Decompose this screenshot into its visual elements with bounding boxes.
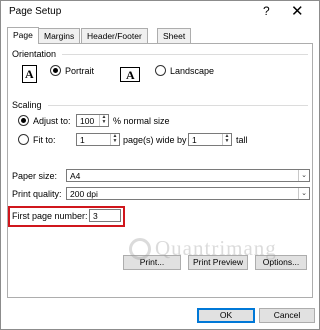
portrait-label[interactable]: Portrait — [65, 66, 94, 76]
pages-wide-label: page(s) wide by — [123, 135, 187, 145]
tab-sheet[interactable]: Sheet — [157, 28, 192, 43]
watermark-text: Quantrimang — [155, 236, 277, 260]
spinner-arrows-icon[interactable]: ▲ ▼ — [99, 115, 108, 126]
fit-tall-value: 1 — [192, 135, 197, 145]
dialog-title: Page Setup — [9, 6, 62, 17]
page-setup-dialog: Page Setup ? ✕ Page Margins Header/Foote… — [0, 0, 320, 330]
fit-to-radio[interactable] — [18, 134, 29, 145]
adjust-percent-spinner[interactable]: 100 ▲ ▼ — [76, 114, 109, 127]
fit-to-label[interactable]: Fit to: — [33, 135, 56, 145]
title-bar: Page Setup ? ✕ — [1, 1, 319, 23]
chevron-down-icon[interactable]: ⌄ — [298, 170, 309, 181]
normal-size-label: % normal size — [113, 116, 170, 126]
adjust-to-radio[interactable] — [18, 115, 29, 126]
tab-page[interactable]: Page — [7, 27, 39, 44]
chevron-down-icon[interactable]: ⌄ — [298, 188, 309, 199]
tall-label: tall — [236, 135, 248, 145]
print-quality-select[interactable]: 200 dpi ⌄ — [66, 187, 310, 200]
first-page-number-label: First page number: — [12, 211, 88, 221]
scaling-group-label: Scaling — [12, 100, 42, 110]
landscape-radio[interactable] — [155, 65, 166, 76]
portrait-page-icon: A — [22, 65, 37, 83]
spinner-arrows-icon[interactable]: ▲ ▼ — [110, 134, 119, 145]
fit-wide-value: 1 — [80, 135, 85, 145]
scaling-divider — [48, 105, 308, 106]
first-page-number-input[interactable]: 3 — [89, 209, 121, 222]
cancel-button[interactable]: Cancel — [259, 308, 315, 323]
fit-tall-spinner[interactable]: 1 ▲ ▼ — [188, 133, 232, 146]
landscape-icon-letter: A — [126, 68, 135, 82]
portrait-radio[interactable] — [50, 65, 61, 76]
watermark-logo: Quantrimang — [129, 236, 319, 266]
fit-wide-spinner[interactable]: 1 ▲ ▼ — [76, 133, 120, 146]
orientation-group-label: Orientation — [12, 49, 57, 59]
paper-size-select[interactable]: A4 ⌄ — [66, 169, 310, 182]
close-icon[interactable]: ✕ — [291, 2, 304, 20]
watermark-circle-icon — [129, 238, 151, 260]
landscape-page-icon: A — [120, 67, 140, 82]
paper-size-value: A4 — [70, 171, 81, 181]
paper-size-label: Paper size: — [12, 171, 58, 181]
spinner-arrows-icon[interactable]: ▲ ▼ — [222, 134, 231, 145]
adjust-percent-value: 100 — [80, 116, 95, 126]
portrait-icon-letter: A — [25, 67, 34, 81]
print-quality-label: Print quality: — [12, 189, 62, 199]
help-icon[interactable]: ? — [263, 4, 270, 18]
tab-margins[interactable]: Margins — [38, 28, 81, 43]
print-quality-value: 200 dpi — [70, 189, 98, 199]
first-page-number-value: 3 — [93, 211, 98, 221]
adjust-to-label[interactable]: Adjust to: — [33, 116, 71, 126]
tab-header-footer[interactable]: Header/Footer — [81, 28, 148, 43]
ok-button[interactable]: OK — [197, 308, 255, 323]
landscape-label[interactable]: Landscape — [170, 66, 214, 76]
orientation-divider — [62, 54, 308, 55]
